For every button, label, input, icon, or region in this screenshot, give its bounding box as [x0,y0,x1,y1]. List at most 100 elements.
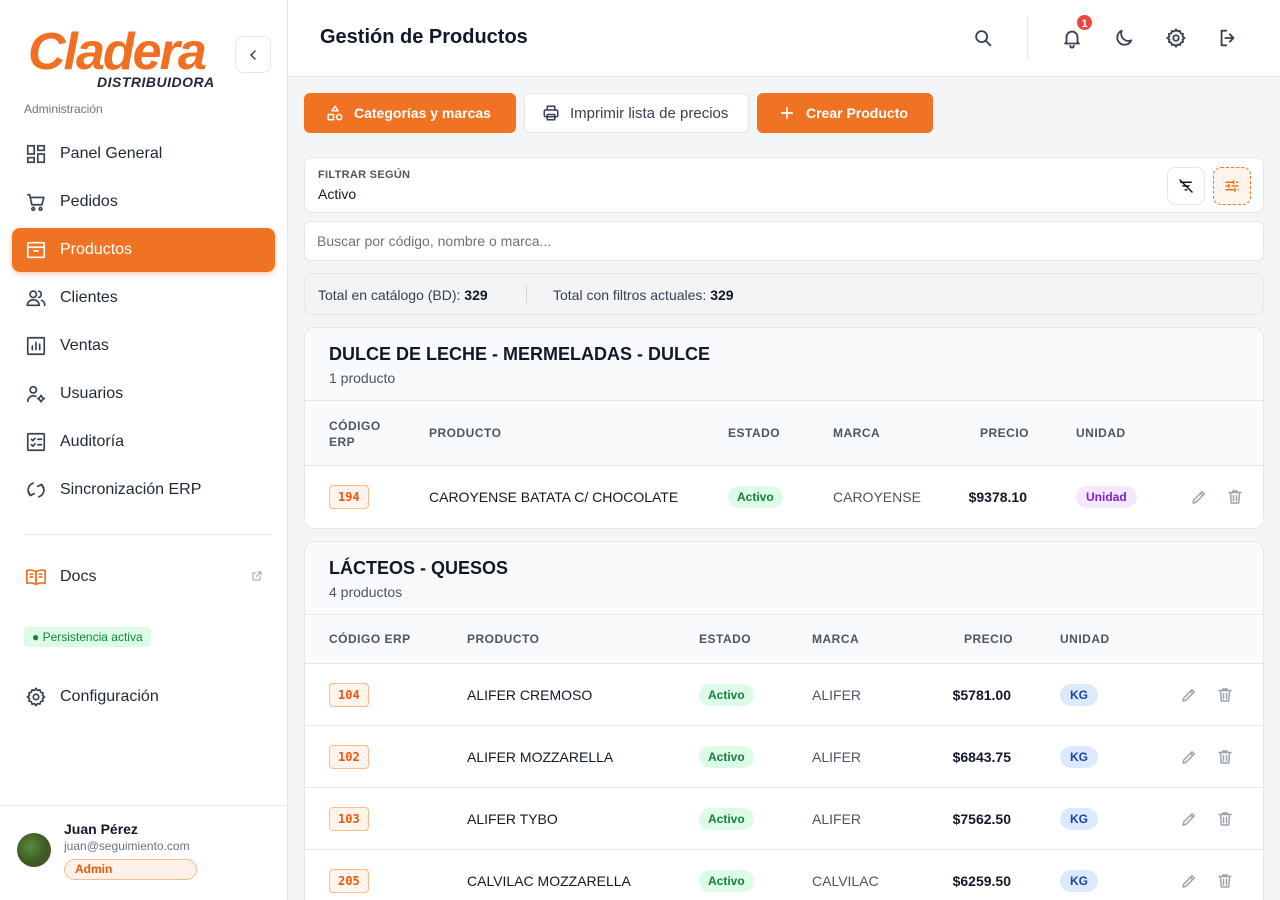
unit-badge: KG [1060,683,1098,706]
unit-badge: KG [1060,807,1098,830]
erp-code-badge: 194 [329,485,369,509]
totals-divider [526,286,527,303]
notification-count-badge: 1 [1075,13,1094,32]
totals-bar: Total en catálogo (BD): 329 Total con fi… [304,273,1264,315]
search-icon[interactable] [971,26,995,50]
column-header-brand: MARCA [833,426,881,440]
sidebar-item-ventas[interactable]: Ventas [12,324,275,368]
trash-icon[interactable] [1215,871,1235,891]
erp-code-badge: 103 [329,806,369,831]
table-row[interactable]: 102 ALIFER MOZZARELLA Activo ALIFER $684… [305,726,1263,788]
print-price-list-button[interactable]: Imprimir lista de precios [524,93,749,133]
pencil-icon[interactable] [1189,487,1209,507]
product-name: ALIFER CREMOSO [467,686,593,703]
sidebar-item-docs[interactable]: Docs [12,555,275,599]
price-value: $6259.50 [952,873,1011,889]
pencil-icon[interactable] [1179,747,1199,767]
users-icon [24,286,48,310]
sidebar-item-label: Sincronización ERP [60,481,202,498]
column-header-code: CÓDIGO ERP [329,632,411,646]
status-badge: Activo [699,745,754,768]
column-header-status: ESTADO [728,426,781,440]
filter-value: Activo [318,186,357,202]
page-title: Gestión de Productos [320,26,528,48]
pencil-icon[interactable] [1179,685,1199,705]
sidebar-item-label: Auditoría [60,433,125,450]
sidebar-item-usuarios[interactable]: Usuarios [12,372,275,416]
erp-code-badge: 102 [329,744,369,769]
sidebar-nav: Panel General Pedidos Productos Clientes… [12,132,275,516]
unit-badge: Unidad [1076,486,1137,508]
status-badge: Activo [728,486,783,508]
brand-name: ALIFER [812,748,862,765]
logo-subtitle: DISTRIBUIDORA [97,74,215,90]
collapse-sidebar-button[interactable] [235,36,271,73]
sync-icon [24,478,48,502]
table-row[interactable]: 194 CAROYENSE BATATA C/ CHOCOLATE Activo… [305,466,1263,528]
catalog-total: Total en catálogo (BD): 329 [318,287,488,303]
search-bar [304,221,1264,261]
status-badge: Activo [699,807,754,830]
avatar [17,833,51,867]
sidebar: Cladera DISTRIBUIDORA Administración Pan… [0,0,288,900]
logout-icon[interactable] [1216,26,1240,50]
filter-settings-button[interactable] [1213,167,1251,205]
column-header-product: PRODUCTO [429,426,502,440]
trash-icon[interactable] [1215,685,1235,705]
sidebar-item-productos[interactable]: Productos [12,228,275,272]
clear-filters-button[interactable] [1167,167,1205,205]
archive-box-icon [24,238,48,262]
external-link-icon [251,570,263,582]
pencil-icon[interactable] [1179,871,1199,891]
filter-panel[interactable]: FILTRAR SEGÚN Activo [304,157,1264,213]
moon-icon[interactable] [1112,26,1136,50]
settings-icon[interactable] [1164,26,1188,50]
table-row[interactable]: 205 CALVILAC MOZZARELLA Activo CALVILAC … [305,850,1263,900]
table-header: CÓDIGO ERP PRODUCTO ESTADO MARCA PRECIO … [305,615,1263,664]
brand-logo[interactable]: Cladera DISTRIBUIDORA [18,22,218,92]
sidebar-item-label: Panel General [60,145,163,162]
trash-icon[interactable] [1215,809,1235,829]
price-value: $6843.75 [952,748,1011,765]
header-divider [1027,16,1028,60]
sidebar-item-auditoria[interactable]: Auditoría [12,420,275,464]
chevron-left-icon [250,49,256,60]
unit-badge: KG [1060,870,1098,892]
group-count: 4 productos [329,584,403,600]
product-search-input[interactable] [305,222,1263,260]
print-price-list-label: Imprimir lista de precios [570,104,729,122]
group-title: DULCE DE LECHE - MERMELADAS - DULCE [329,344,710,364]
group-count: 1 producto [329,370,396,386]
category-group-card: DULCE DE LECHE - MERMELADAS - DULCE 1 pr… [304,327,1264,529]
top-header: Gestión de Productos 1 [288,0,1280,77]
sidebar-item-sincronizacion-erp[interactable]: Sincronización ERP [12,468,275,512]
bar-chart-icon [24,334,48,358]
dashboard-icon [24,142,48,166]
table-row[interactable]: 103 ALIFER TYBO Activo ALIFER $7562.50 K… [305,788,1263,850]
categories-brands-button[interactable]: Categorías y marcas [304,93,516,133]
group-title: LÁCTEOS - QUESOS [329,558,509,578]
column-header-price: PRECIO [980,426,1030,440]
sidebar-item-configuracion[interactable]: Configuración [12,675,275,719]
user-cog-icon [24,382,48,406]
user-profile[interactable]: Juan Pérez juan@seguimiento.com Admin [0,805,287,900]
erp-code-badge: 205 [329,869,369,893]
create-product-label: Crear Producto [806,105,908,121]
price-value: $9378.10 [968,489,1027,505]
pencil-icon[interactable] [1179,809,1199,829]
plus-icon [778,104,796,122]
create-product-button[interactable]: Crear Producto [757,93,933,133]
sidebar-item-clientes[interactable]: Clientes [12,276,275,320]
section-label: Administración [24,102,103,116]
filtered-total: Total con filtros actuales: 329 [553,287,734,303]
catalog-total-value: 329 [464,287,488,303]
sidebar-item-pedidos[interactable]: Pedidos [12,180,275,224]
product-name: ALIFER MOZZARELLA [467,748,614,765]
trash-icon[interactable] [1225,487,1245,507]
table-row[interactable]: 104 ALIFER CREMOSO Activo ALIFER $5781.0… [305,664,1263,726]
product-name: CALVILAC MOZZARELLA [467,873,631,889]
checklist-icon [24,430,48,454]
table-header: CÓDIGO ERP PRODUCTO ESTADO MARCA PRECIO … [305,401,1263,466]
sidebar-item-panel-general[interactable]: Panel General [12,132,275,176]
trash-icon[interactable] [1215,747,1235,767]
